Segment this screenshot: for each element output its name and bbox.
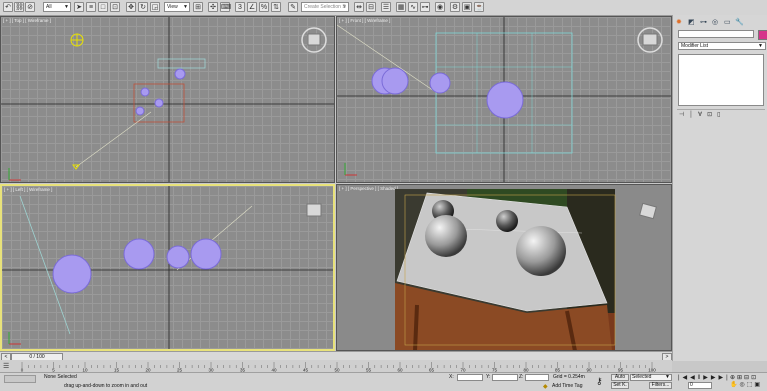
front-scene [337, 17, 671, 182]
display-tab-icon[interactable]: ▭ [724, 18, 731, 26]
set-key-button[interactable]: Set K. [611, 382, 629, 389]
playback-controls[interactable]: |◀◀‖▶▶▶| [678, 374, 731, 381]
left-scene [2, 186, 333, 349]
selection-filter-dropdown[interactable]: All ▼ [43, 2, 71, 12]
z-coordinate-field[interactable] [525, 374, 549, 381]
edit-named-sel-icon[interactable]: ✎ [288, 2, 298, 12]
command-panel: ✹ ◩ ⊶ ◎ ▭ 🔧 Modifier List ▼ ⊣│∀⊡▯ [672, 15, 767, 361]
viewcube-icon [639, 202, 657, 220]
target-light [70, 33, 84, 47]
viewport-front[interactable]: [ + ] [ Front ] [ Wireframe ] [336, 16, 672, 183]
status-bar: None Selected drag up-and-down to zoom i… [0, 372, 767, 391]
modify-tab-icon[interactable]: ◩ [688, 18, 695, 26]
rotate-icon[interactable]: ↻ [138, 2, 148, 12]
y-label: Y: [486, 374, 491, 380]
reference-coord-dropdown[interactable]: View ▼ [164, 2, 190, 12]
add-time-tag-button[interactable]: Add Time Tag [552, 383, 582, 389]
track-ruler: 0 5 10 15 20 25 30 35 40 45 50 55 60 65 70 75 80 85 90 95 10… [21, 362, 656, 372]
schematic-icon[interactable]: ⊶ [420, 2, 430, 12]
object-color-swatch[interactable] [758, 30, 767, 40]
named-selection-dropdown[interactable]: Create Selection S ▼ [301, 2, 349, 12]
manipulate-icon[interactable]: ✣ [208, 2, 218, 12]
y-coordinate-field[interactable] [492, 374, 518, 381]
material-editor-icon[interactable]: ◉ [435, 2, 445, 12]
link-icon[interactable]: ⛓ [14, 2, 24, 12]
viewcube-icon [637, 27, 663, 53]
create-tab-icon[interactable]: ✹ [676, 18, 682, 26]
graphite-icon[interactable]: ▦ [396, 2, 406, 12]
stack-tools-icons[interactable]: ⊣│∀⊡▯ [679, 111, 725, 118]
curve-editor-icon[interactable]: ∿ [408, 2, 418, 12]
viewport-navigation-controls[interactable]: ⊕⊞⊟⊡ ✋◎⬚▣ [730, 374, 762, 388]
modifier-list-dropdown[interactable]: Modifier List ▼ [678, 42, 766, 50]
key-icon: ⚷ [596, 376, 603, 386]
viewcube-icon [306, 203, 322, 217]
align-icon[interactable]: ⊟ [366, 2, 376, 12]
utilities-tab-icon[interactable]: 🔧 [735, 18, 744, 26]
auto-key-button[interactable]: Auto [611, 374, 629, 381]
x-coordinate-field[interactable] [457, 374, 483, 381]
top-scene [1, 17, 334, 182]
percent-snap-icon[interactable]: % [259, 2, 269, 12]
keyboard-shortcut-icon[interactable]: ⌨ [220, 2, 231, 12]
move-icon[interactable]: ✥ [126, 2, 136, 12]
panel-divider [677, 109, 765, 110]
track-bar[interactable]: ☰ 0 5 10 15 20 25 30 35 40 45 50 55 60 65 70 75 80 85 90 95… [0, 360, 672, 372]
hierarchy-tab-icon[interactable]: ⊶ [700, 18, 707, 26]
render-setup-icon[interactable]: ⚙ [450, 2, 460, 12]
undo-icon[interactable]: ↶ [3, 2, 13, 12]
snap-icon[interactable]: 3 [235, 2, 245, 12]
key-filters-button[interactable]: Filters... [649, 382, 672, 389]
window-crossing-icon[interactable]: ⊡ [110, 2, 120, 12]
select-by-name-icon[interactable]: ≡ [86, 2, 96, 12]
rendered-frame-icon[interactable]: ▣ [462, 2, 472, 12]
maxscript-listener[interactable] [4, 375, 36, 383]
motion-tab-icon[interactable]: ◎ [712, 18, 718, 26]
scale-icon[interactable]: ◲ [150, 2, 160, 12]
time-tag-icon[interactable]: ◆ [543, 383, 548, 390]
angle-snap-icon[interactable]: ∠ [247, 2, 257, 12]
modifier-stack[interactable] [678, 54, 764, 106]
current-frame-field[interactable]: 0 [688, 382, 712, 389]
perspective-scene [395, 189, 657, 350]
selection-status: None Selected [44, 374, 77, 380]
z-label: Z: [519, 374, 524, 380]
viewport-perspective[interactable]: [ + ] [ Perspective ] [ Shaded ] [336, 184, 672, 351]
viewport-top[interactable]: [ + ] [ Top ] [ Wireframe ] [0, 16, 335, 183]
viewport-left[interactable]: [ + ] [ Left ] [ Wireframe ] [0, 184, 335, 351]
main-toolbar: ↶ ⛓ ⊘ All ▼ ➤ ≡ □ ⊡ ✥ ↻ ◲ View ▼ ⊞ ✣ ⌨ 3 ∠… [0, 0, 767, 16]
pivot-icon[interactable]: ⊞ [193, 2, 203, 12]
prompt-hint: drag up-and-down to zoom in and out [64, 383, 148, 389]
select-object-icon[interactable]: ➤ [74, 2, 84, 12]
rect-selection-icon[interactable]: □ [98, 2, 108, 12]
grid-size: Grid = 0.254m [553, 374, 585, 380]
layer-manager-icon[interactable]: ☰ [381, 2, 391, 12]
render-icon[interactable]: ☕ [474, 2, 484, 12]
mirror-icon[interactable]: ⇹ [354, 2, 364, 12]
x-label: X: [449, 374, 454, 380]
object-name-field[interactable] [678, 30, 754, 38]
key-mode-dropdown[interactable]: Selected ▼ [630, 374, 672, 381]
spinner-snap-icon[interactable]: ⇅ [271, 2, 281, 12]
viewcube-icon [301, 27, 327, 53]
unlink-icon[interactable]: ⊘ [25, 2, 35, 12]
